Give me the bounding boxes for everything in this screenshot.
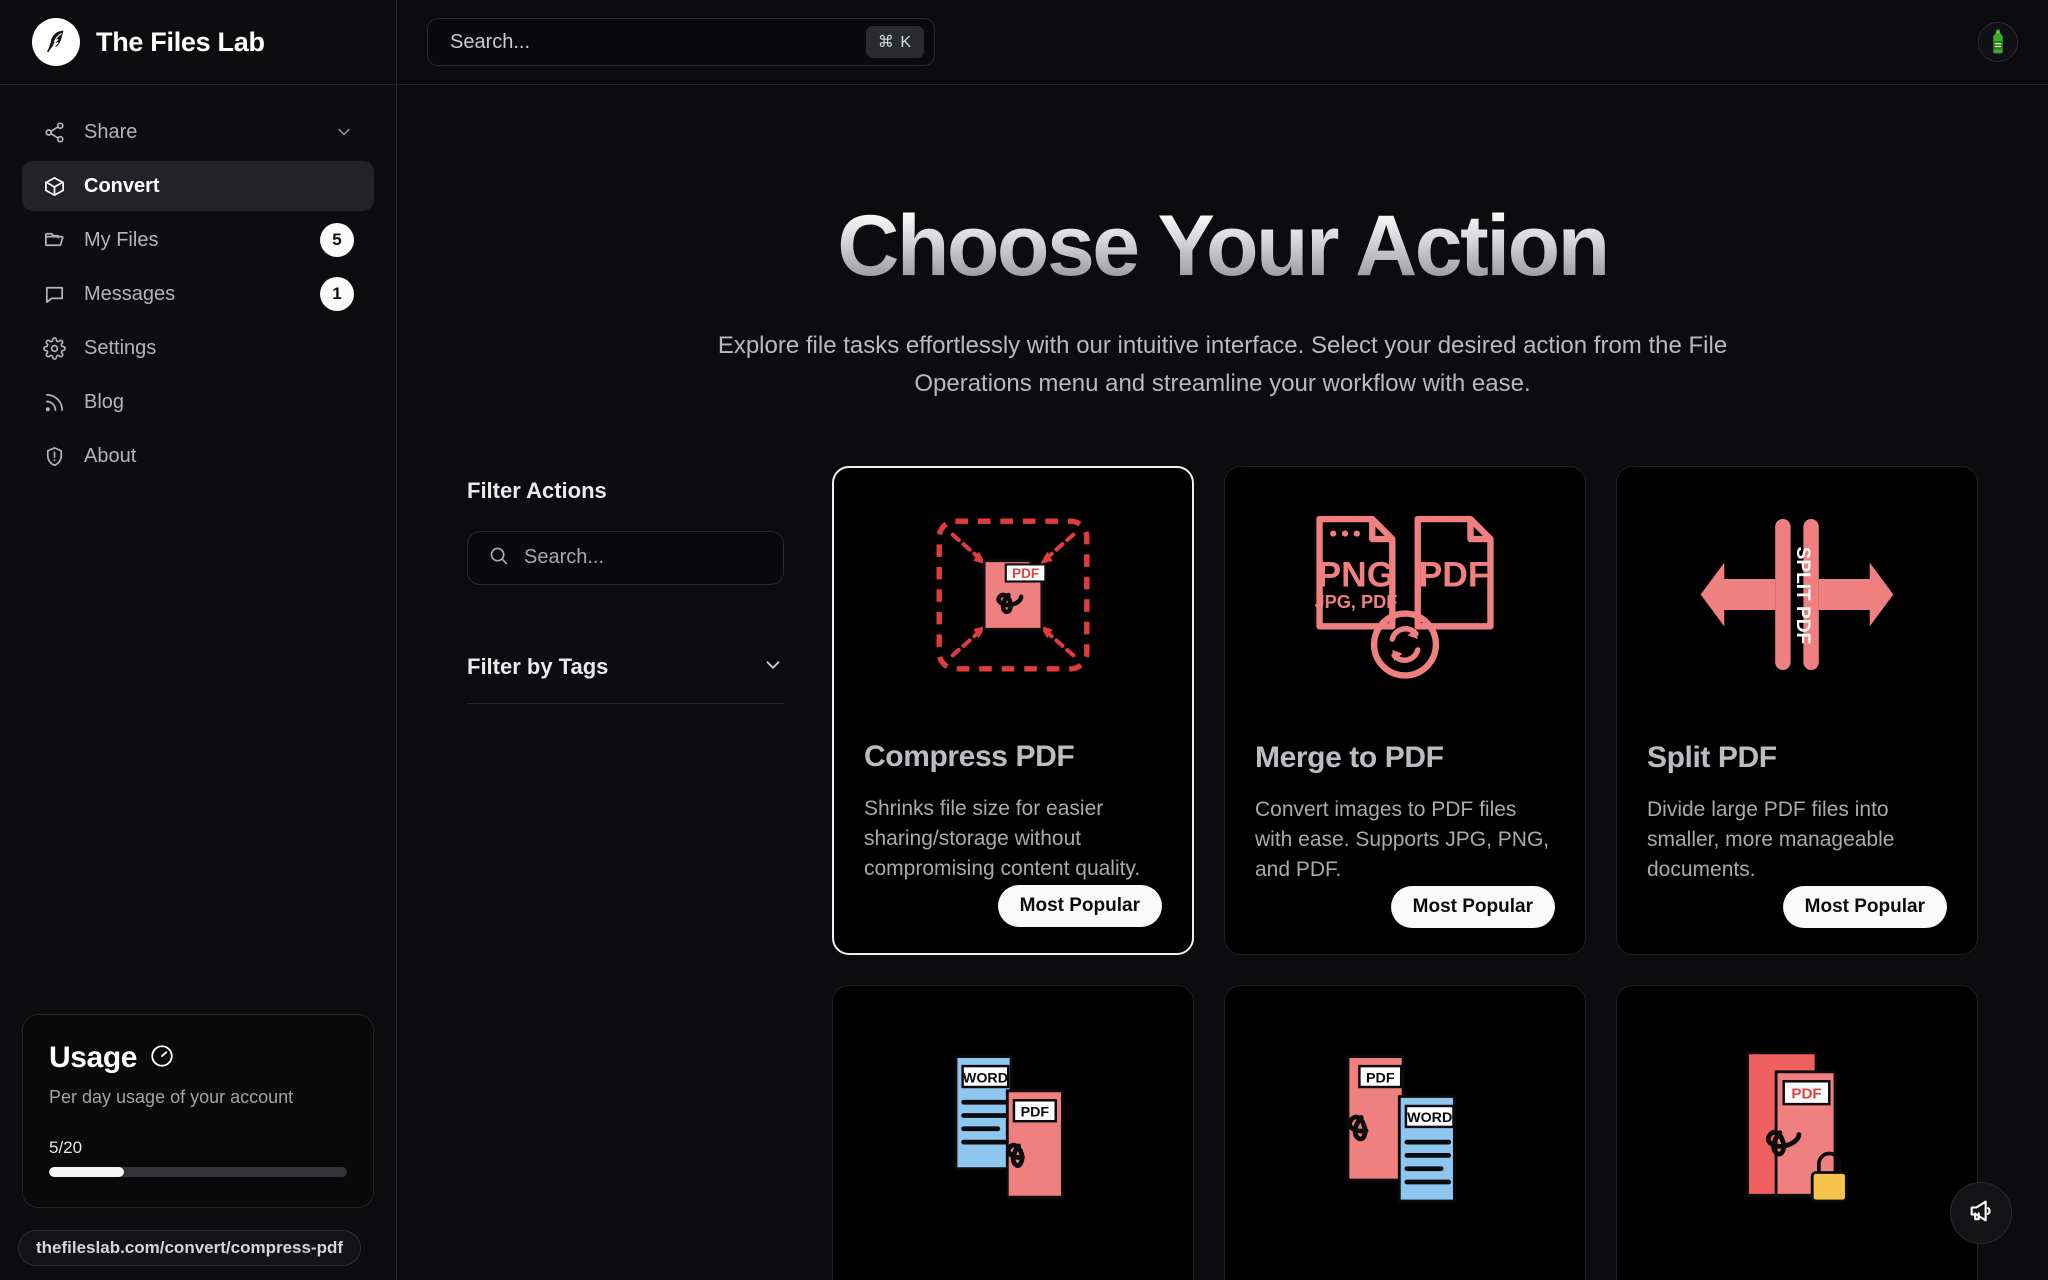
folder-icon bbox=[42, 228, 66, 252]
megaphone-icon bbox=[1967, 1197, 1995, 1230]
usage-subtitle: Per day usage of your account bbox=[49, 1087, 294, 1107]
sidebar-badge-messages: 1 bbox=[320, 277, 354, 311]
sidebar-item-label: Settings bbox=[84, 336, 157, 359]
share-icon bbox=[42, 120, 66, 144]
action-card-merge-to-pdf[interactable]: PNG JPG, PDF PDF Merge to PDF Convert im… bbox=[1224, 465, 1586, 955]
status-bar: thefileslab.com/convert/compress-pdf bbox=[0, 1230, 396, 1280]
action-card-compress-pdf[interactable]: PDF Compress PDF Shrinks file size for e… bbox=[832, 465, 1194, 955]
compress-pdf-art: PDF bbox=[864, 496, 1162, 694]
filters-title: Filter Actions bbox=[467, 477, 607, 503]
sidebar-nav: Share Convert My Files 5 Messages 1 Sett… bbox=[0, 85, 396, 481]
avatar[interactable] bbox=[1978, 22, 2018, 62]
feather-logo-icon bbox=[32, 18, 80, 66]
sidebar-item-convert[interactable]: Convert bbox=[22, 161, 374, 211]
protect-pdf-art: PDF bbox=[1647, 1014, 1947, 1236]
merge-to-pdf-art: PNG JPG, PDF PDF bbox=[1255, 495, 1555, 695]
action-card-pdf-to-word[interactable]: PDF WORD bbox=[1224, 984, 1586, 1280]
action-card-protect-pdf[interactable]: PDF bbox=[1616, 984, 1978, 1280]
sidebar: The Files Lab Share Convert My Files 5 M… bbox=[0, 0, 397, 1280]
card-footer: Most Popular bbox=[1647, 885, 1947, 928]
gear-icon bbox=[42, 336, 66, 360]
announcements-button[interactable] bbox=[1950, 1182, 2012, 1244]
page-subtitle: Explore file tasks effortlessly with our… bbox=[717, 332, 1728, 397]
usage-title: Usage bbox=[49, 1041, 138, 1074]
sidebar-item-label: Blog bbox=[84, 390, 125, 413]
actions-grid: PDF Compress PDF Shrinks file size for e… bbox=[832, 465, 1978, 1280]
card-footer: Most Popular bbox=[864, 884, 1162, 927]
sidebar-item-label: Convert bbox=[84, 174, 160, 197]
sidebar-item-label: Messages bbox=[84, 282, 176, 305]
filters-panel: Filter Actions Search... Filter by Tags bbox=[467, 466, 784, 1280]
hero: Choose Your Action Explore file tasks ef… bbox=[397, 85, 2048, 403]
word-to-pdf-art: WORD PDF bbox=[863, 1014, 1163, 1236]
search-icon bbox=[488, 545, 509, 571]
sidebar-item-label: About bbox=[84, 444, 137, 467]
app-root: The Files Lab Share Convert My Files 5 M… bbox=[0, 0, 2048, 1280]
card-footer: Most Popular bbox=[1255, 885, 1555, 928]
card-title: Compress PDF bbox=[864, 739, 1075, 773]
box-icon bbox=[42, 174, 66, 198]
brand[interactable]: The Files Lab bbox=[0, 0, 396, 85]
brand-title: The Files Lab bbox=[96, 26, 265, 57]
main-area: Search... ⌘ K Choose Your Action Explore… bbox=[397, 0, 2048, 1280]
filter-by-tags-label: Filter by Tags bbox=[467, 654, 609, 680]
art-label-jpg-pdf: JPG, PDF bbox=[1315, 592, 1398, 612]
card-title: Merge to PDF bbox=[1255, 740, 1444, 774]
action-card-split-pdf[interactable]: SPLIT PDF Split PDF Divide large PDF fil… bbox=[1616, 465, 1978, 955]
art-label-png: PNG bbox=[1318, 554, 1395, 594]
art-label-pdf: PDF bbox=[1021, 1104, 1050, 1120]
art-label-pdf: PDF bbox=[1419, 554, 1490, 594]
usage-progress-fill bbox=[49, 1167, 124, 1177]
rss-icon bbox=[42, 390, 66, 414]
sidebar-item-blog[interactable]: Blog bbox=[22, 377, 374, 427]
filter-search-placeholder: Search... bbox=[524, 546, 605, 569]
card-description: Shrinks file size for easier sharing/sto… bbox=[864, 796, 1141, 881]
sidebar-item-my-files[interactable]: My Files 5 bbox=[22, 215, 374, 265]
usage-progress-bar bbox=[49, 1167, 347, 1177]
filter-by-tags-toggle[interactable]: Filter by Tags bbox=[467, 654, 784, 704]
usage-card: Usage Per day usage of your account 5/20 bbox=[22, 1014, 374, 1208]
art-label-pdf: PDF bbox=[1791, 1085, 1821, 1102]
sidebar-item-about[interactable]: About bbox=[22, 431, 374, 481]
global-search-input[interactable]: Search... ⌘ K bbox=[427, 18, 935, 66]
art-label-split-pdf: SPLIT PDF bbox=[1792, 547, 1813, 645]
status-url: thefileslab.com/convert/compress-pdf bbox=[18, 1230, 362, 1266]
card-title: Split PDF bbox=[1647, 740, 1777, 774]
global-search-placeholder: Search... bbox=[450, 30, 531, 53]
art-label-pdf: PDF bbox=[1366, 1070, 1395, 1086]
card-description: Convert images to PDF files with ease. S… bbox=[1255, 797, 1550, 882]
sidebar-badge-my-files: 5 bbox=[320, 223, 354, 257]
message-icon bbox=[42, 282, 66, 306]
status-badge: Most Popular bbox=[997, 884, 1162, 927]
status-badge: Most Popular bbox=[1390, 885, 1555, 928]
sidebar-item-settings[interactable]: Settings bbox=[22, 323, 374, 373]
usage-header: Usage bbox=[49, 1041, 347, 1075]
shield-alert-icon bbox=[42, 444, 66, 468]
usage-count: 5/20 bbox=[49, 1138, 83, 1157]
filter-search-input[interactable]: Search... bbox=[467, 530, 784, 585]
art-label-word: WORD bbox=[1407, 1110, 1452, 1126]
gauge-icon bbox=[149, 1043, 175, 1074]
sidebar-item-label: Share bbox=[84, 120, 138, 143]
action-card-word-to-pdf[interactable]: WORD PDF bbox=[832, 984, 1194, 1280]
chevron-down-icon[interactable] bbox=[334, 122, 354, 142]
chevron-down-icon bbox=[762, 654, 784, 681]
card-description: Divide large PDF files into smaller, mor… bbox=[1647, 797, 1895, 882]
usage-section: Usage Per day usage of your account 5/20 bbox=[0, 1014, 396, 1230]
topbar: Search... ⌘ K bbox=[397, 0, 2048, 85]
split-pdf-art: SPLIT PDF bbox=[1647, 495, 1947, 695]
sidebar-item-messages[interactable]: Messages 1 bbox=[22, 269, 374, 319]
sidebar-item-label: My Files bbox=[84, 228, 159, 251]
page-title: Choose Your Action bbox=[837, 198, 1610, 294]
pdf-to-word-art: PDF WORD bbox=[1255, 1014, 1555, 1236]
body-grid: Filter Actions Search... Filter by Tags bbox=[397, 403, 2048, 1280]
status-badge: Most Popular bbox=[1782, 885, 1947, 928]
sidebar-item-share[interactable]: Share bbox=[22, 107, 374, 157]
art-label-pdf: PDF bbox=[1012, 566, 1039, 581]
art-label-word: WORD bbox=[963, 1070, 1008, 1086]
search-shortcut-kbd: ⌘ K bbox=[865, 26, 924, 58]
content-scroll: Choose Your Action Explore file tasks ef… bbox=[397, 85, 2048, 1280]
